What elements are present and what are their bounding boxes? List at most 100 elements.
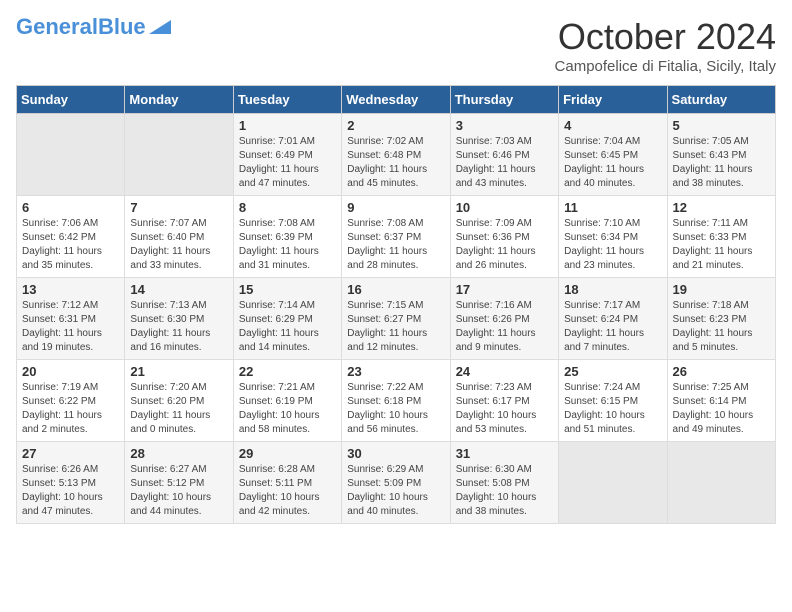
calendar-cell bbox=[667, 442, 775, 524]
month-title: October 2024 bbox=[555, 16, 776, 58]
day-info: Sunrise: 7:11 AMSunset: 6:33 PMDaylight:… bbox=[673, 217, 770, 273]
calendar-cell: 17 Sunrise: 7:16 AMSunset: 6:26 PMDayligh… bbox=[450, 278, 558, 360]
day-info: Sunrise: 7:23 AMSunset: 6:17 PMDaylight:… bbox=[456, 381, 553, 437]
calendar-cell: 9 Sunrise: 7:08 AMSunset: 6:37 PMDaylight… bbox=[342, 196, 450, 278]
day-info: Sunrise: 7:08 AMSunset: 6:37 PMDaylight:… bbox=[347, 217, 444, 273]
day-info: Sunrise: 7:10 AMSunset: 6:34 PMDaylight:… bbox=[564, 217, 661, 273]
day-number: 23 bbox=[347, 364, 444, 379]
calendar-cell: 26 Sunrise: 7:25 AMSunset: 6:14 PMDayligh… bbox=[667, 360, 775, 442]
calendar-cell: 20 Sunrise: 7:19 AMSunset: 6:22 PMDayligh… bbox=[17, 360, 125, 442]
day-number: 22 bbox=[239, 364, 336, 379]
day-number: 8 bbox=[239, 200, 336, 215]
day-info: Sunrise: 7:06 AMSunset: 6:42 PMDaylight:… bbox=[22, 217, 119, 273]
logo-icon bbox=[149, 20, 171, 34]
calendar-cell: 8Sunrise: 7:08 AMSunset: 6:39 PMDaylight… bbox=[233, 196, 341, 278]
calendar-cell: 1 Sunrise: 7:01 AMSunset: 6:49 PMDaylight… bbox=[233, 114, 341, 196]
title-area: October 2024 Campofelice di Fitalia, Sic… bbox=[555, 16, 776, 75]
day-number: 6 bbox=[22, 200, 119, 215]
day-number: 27 bbox=[22, 446, 119, 461]
header-day-thursday: Thursday bbox=[450, 86, 558, 114]
calendar-cell: 11 Sunrise: 7:10 AMSunset: 6:34 PMDayligh… bbox=[559, 196, 667, 278]
day-number: 4 bbox=[564, 118, 661, 133]
day-number: 29 bbox=[239, 446, 336, 461]
calendar-cell bbox=[125, 114, 233, 196]
header-day-wednesday: Wednesday bbox=[342, 86, 450, 114]
header: GeneralBlue October 2024 Campofelice di … bbox=[16, 16, 776, 75]
day-number: 5 bbox=[673, 118, 770, 133]
calendar-cell: 28 Sunrise: 6:27 AMSunset: 5:12 PMDayligh… bbox=[125, 442, 233, 524]
calendar-header-row: SundayMondayTuesdayWednesdayThursdayFrid… bbox=[17, 86, 776, 114]
day-info: Sunrise: 7:18 AMSunset: 6:23 PMDaylight:… bbox=[673, 299, 770, 355]
calendar-cell: 7Sunrise: 7:07 AMSunset: 6:40 PMDaylight… bbox=[125, 196, 233, 278]
calendar-cell: 15 Sunrise: 7:14 AMSunset: 6:29 PMDayligh… bbox=[233, 278, 341, 360]
day-number: 3 bbox=[456, 118, 553, 133]
day-info: Sunrise: 7:01 AMSunset: 6:49 PMDaylight:… bbox=[239, 135, 336, 191]
day-info: Sunrise: 6:26 AMSunset: 5:13 PMDaylight:… bbox=[22, 463, 119, 519]
day-number: 26 bbox=[673, 364, 770, 379]
calendar-week-row: 20 Sunrise: 7:19 AMSunset: 6:22 PMDayligh… bbox=[17, 360, 776, 442]
calendar-week-row: 13Sunrise: 7:12 AMSunset: 6:31 PMDayligh… bbox=[17, 278, 776, 360]
day-number: 18 bbox=[564, 282, 661, 297]
calendar-cell: 3 Sunrise: 7:03 AMSunset: 6:46 PMDaylight… bbox=[450, 114, 558, 196]
calendar-week-row: 6 Sunrise: 7:06 AMSunset: 6:42 PMDaylight… bbox=[17, 196, 776, 278]
day-info: Sunrise: 7:04 AMSunset: 6:45 PMDaylight:… bbox=[564, 135, 661, 191]
day-number: 11 bbox=[564, 200, 661, 215]
header-day-sunday: Sunday bbox=[17, 86, 125, 114]
header-day-friday: Friday bbox=[559, 86, 667, 114]
day-info: Sunrise: 6:28 AMSunset: 5:11 PMDaylight:… bbox=[239, 463, 336, 519]
day-number: 9 bbox=[347, 200, 444, 215]
calendar-cell: 19 Sunrise: 7:18 AMSunset: 6:23 PMDayligh… bbox=[667, 278, 775, 360]
header-day-monday: Monday bbox=[125, 86, 233, 114]
day-info: Sunrise: 7:09 AMSunset: 6:36 PMDaylight:… bbox=[456, 217, 553, 273]
calendar-week-row: 1 Sunrise: 7:01 AMSunset: 6:49 PMDaylight… bbox=[17, 114, 776, 196]
calendar-cell: 18 Sunrise: 7:17 AMSunset: 6:24 PMDayligh… bbox=[559, 278, 667, 360]
calendar-cell: 16Sunrise: 7:15 AMSunset: 6:27 PMDayligh… bbox=[342, 278, 450, 360]
day-info: Sunrise: 7:24 AMSunset: 6:15 PMDaylight:… bbox=[564, 381, 661, 437]
day-info: Sunrise: 7:17 AMSunset: 6:24 PMDaylight:… bbox=[564, 299, 661, 355]
day-info: Sunrise: 6:29 AMSunset: 5:09 PMDaylight:… bbox=[347, 463, 444, 519]
day-number: 28 bbox=[130, 446, 227, 461]
day-number: 21 bbox=[130, 364, 227, 379]
calendar-cell: 24 Sunrise: 7:23 AMSunset: 6:17 PMDayligh… bbox=[450, 360, 558, 442]
calendar-cell: 21Sunrise: 7:20 AMSunset: 6:20 PMDayligh… bbox=[125, 360, 233, 442]
calendar-cell: 30 Sunrise: 6:29 AMSunset: 5:09 PMDayligh… bbox=[342, 442, 450, 524]
calendar-cell: 10Sunrise: 7:09 AMSunset: 6:36 PMDayligh… bbox=[450, 196, 558, 278]
day-number: 1 bbox=[239, 118, 336, 133]
day-number: 7 bbox=[130, 200, 227, 215]
calendar-cell: 31 Sunrise: 6:30 AMSunset: 5:08 PMDayligh… bbox=[450, 442, 558, 524]
day-number: 19 bbox=[673, 282, 770, 297]
day-number: 30 bbox=[347, 446, 444, 461]
day-info: Sunrise: 7:03 AMSunset: 6:46 PMDaylight:… bbox=[456, 135, 553, 191]
calendar-cell: 5 Sunrise: 7:05 AMSunset: 6:43 PMDaylight… bbox=[667, 114, 775, 196]
day-info: Sunrise: 7:15 AMSunset: 6:27 PMDaylight:… bbox=[347, 299, 444, 355]
header-day-tuesday: Tuesday bbox=[233, 86, 341, 114]
day-info: Sunrise: 6:30 AMSunset: 5:08 PMDaylight:… bbox=[456, 463, 553, 519]
day-info: Sunrise: 7:19 AMSunset: 6:22 PMDaylight:… bbox=[22, 381, 119, 437]
day-info: Sunrise: 7:16 AMSunset: 6:26 PMDaylight:… bbox=[456, 299, 553, 355]
day-number: 15 bbox=[239, 282, 336, 297]
calendar-cell: 14Sunrise: 7:13 AMSunset: 6:30 PMDayligh… bbox=[125, 278, 233, 360]
day-info: Sunrise: 7:21 AMSunset: 6:19 PMDaylight:… bbox=[239, 381, 336, 437]
calendar-cell: 25 Sunrise: 7:24 AMSunset: 6:15 PMDayligh… bbox=[559, 360, 667, 442]
day-number: 14 bbox=[130, 282, 227, 297]
logo: GeneralBlue bbox=[16, 16, 171, 38]
day-number: 17 bbox=[456, 282, 553, 297]
header-day-saturday: Saturday bbox=[667, 86, 775, 114]
day-number: 13 bbox=[22, 282, 119, 297]
day-number: 2 bbox=[347, 118, 444, 133]
day-number: 31 bbox=[456, 446, 553, 461]
day-info: Sunrise: 6:27 AMSunset: 5:12 PMDaylight:… bbox=[130, 463, 227, 519]
day-info: Sunrise: 7:05 AMSunset: 6:43 PMDaylight:… bbox=[673, 135, 770, 191]
day-info: Sunrise: 7:25 AMSunset: 6:14 PMDaylight:… bbox=[673, 381, 770, 437]
day-number: 20 bbox=[22, 364, 119, 379]
day-info: Sunrise: 7:02 AMSunset: 6:48 PMDaylight:… bbox=[347, 135, 444, 191]
day-info: Sunrise: 7:14 AMSunset: 6:29 PMDaylight:… bbox=[239, 299, 336, 355]
location-title: Campofelice di Fitalia, Sicily, Italy bbox=[555, 58, 776, 75]
calendar-cell bbox=[559, 442, 667, 524]
calendar-cell: 4 Sunrise: 7:04 AMSunset: 6:45 PMDaylight… bbox=[559, 114, 667, 196]
day-number: 24 bbox=[456, 364, 553, 379]
calendar-cell: 6 Sunrise: 7:06 AMSunset: 6:42 PMDaylight… bbox=[17, 196, 125, 278]
calendar-cell: 27 Sunrise: 6:26 AMSunset: 5:13 PMDayligh… bbox=[17, 442, 125, 524]
calendar-cell bbox=[17, 114, 125, 196]
day-number: 25 bbox=[564, 364, 661, 379]
